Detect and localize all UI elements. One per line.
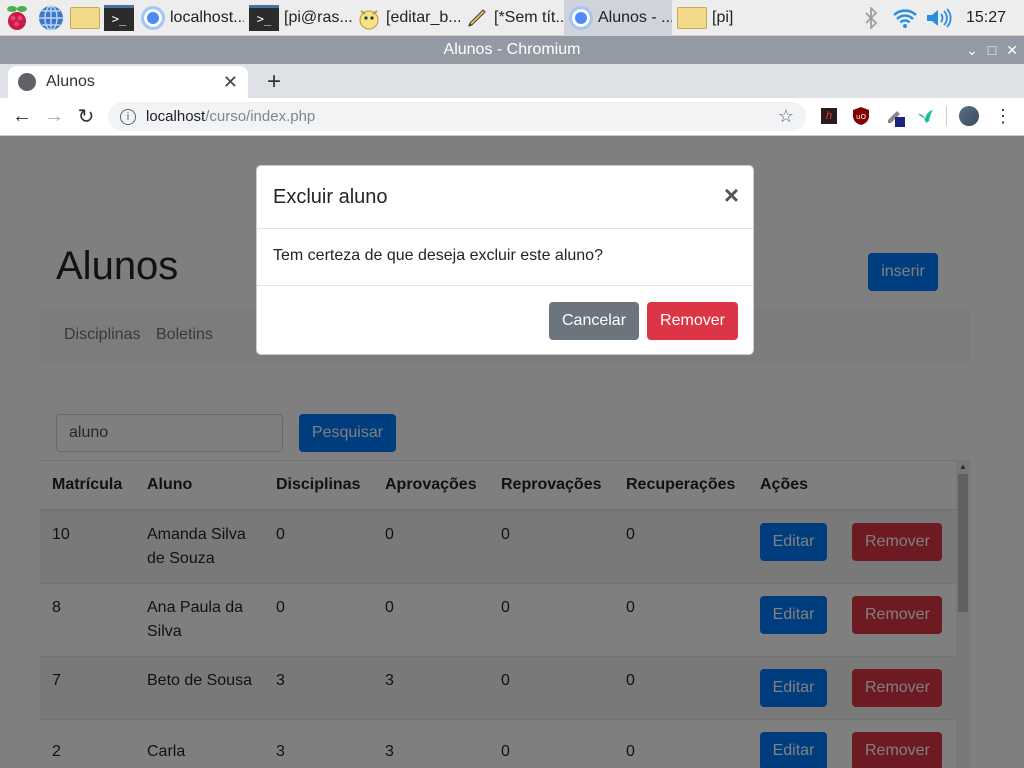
task-label: Alunos - ...: [598, 8, 672, 26]
task-label: [*Sem tít...: [494, 8, 564, 26]
menu-dots-icon[interactable]: ⋮: [992, 105, 1014, 127]
task-label: localhost...: [170, 8, 244, 26]
browser-toolbar: ← → ↻ i localhost/curso/index.php ☆ h uO…: [0, 98, 1024, 136]
bluetooth-icon[interactable]: [854, 0, 888, 36]
eyedropper-extension-icon[interactable]: [884, 105, 906, 127]
globe-icon: [18, 73, 36, 91]
profile-avatar[interactable]: [958, 105, 980, 127]
modal-header: Excluir aluno ×: [257, 166, 753, 229]
forward-button[interactable]: →: [38, 101, 70, 133]
close-tab-icon[interactable]: ✕: [223, 72, 238, 93]
task-label: [editar_b...: [386, 8, 460, 26]
system-tray: 15:27: [854, 0, 1024, 36]
volume-icon[interactable]: [922, 0, 956, 36]
browser-tab[interactable]: Alunos ✕: [8, 66, 248, 98]
raspberry-menu-icon[interactable]: [0, 0, 34, 36]
taskbar: >_ localhost... >_ [pi@ras... [editar_b.…: [0, 0, 1024, 36]
wifi-icon[interactable]: [888, 0, 922, 36]
folder-icon: [677, 6, 707, 29]
svg-text:uO: uO: [856, 113, 866, 121]
info-icon[interactable]: i: [120, 108, 136, 125]
modal-message: Tem certeza de que deseja excluir este a…: [257, 229, 753, 286]
maximize-icon[interactable]: □: [988, 36, 996, 64]
task-alunos[interactable]: Alunos - ...: [564, 0, 672, 36]
task-terminal[interactable]: >_ [pi@ras...: [244, 0, 352, 36]
web-browser-icon[interactable]: [34, 0, 68, 36]
back-button[interactable]: ←: [6, 101, 38, 133]
extension-h-icon[interactable]: h: [818, 105, 840, 127]
confirm-remove-button[interactable]: Remover: [647, 302, 738, 340]
delete-confirm-dialog: Excluir aluno × Tem certeza de que desej…: [256, 165, 754, 355]
modal-title: Excluir aluno: [273, 186, 388, 208]
url-path: /curso/index.php: [205, 108, 316, 125]
terminal-icon: >_: [249, 4, 279, 31]
ublock-icon[interactable]: uO: [850, 105, 872, 127]
new-tab-button[interactable]: +: [260, 68, 288, 96]
bookmark-star-icon[interactable]: ☆: [778, 106, 794, 127]
reload-button[interactable]: ↻: [70, 101, 102, 133]
task-editor[interactable]: [editar_b...: [352, 0, 460, 36]
clock[interactable]: 15:27: [956, 9, 1024, 27]
task-label: [pi@ras...: [284, 8, 352, 26]
close-window-icon[interactable]: ✕: [1006, 36, 1018, 64]
address-bar[interactable]: i localhost/curso/index.php ☆: [108, 102, 806, 131]
task-folder[interactable]: [pi]: [672, 0, 780, 36]
task-label: [pi]: [712, 8, 734, 26]
window-title: Alunos - Chromium: [443, 41, 581, 58]
pencil-icon: [464, 5, 490, 31]
modal-footer: Cancelar Remover: [257, 286, 753, 354]
url-host: localhost: [146, 108, 206, 125]
window-titlebar: Alunos - Chromium ⌄ □ ✕: [0, 36, 1024, 64]
task-text-editor[interactable]: [*Sem tít...: [460, 0, 564, 36]
tab-strip: Alunos ✕ +: [0, 64, 1024, 98]
editor-icon: [356, 5, 382, 31]
chromium-icon: [141, 5, 165, 30]
task-localhost[interactable]: localhost...: [136, 0, 244, 36]
terminal-launcher-icon[interactable]: >_: [102, 0, 136, 36]
tab-title: Alunos: [46, 73, 95, 90]
cancel-button[interactable]: Cancelar: [549, 302, 639, 340]
bird-extension-icon[interactable]: [914, 105, 936, 127]
minimize-icon[interactable]: ⌄: [966, 36, 978, 64]
chromium-icon: [569, 5, 593, 30]
close-icon[interactable]: ×: [724, 180, 739, 211]
file-manager-icon[interactable]: [68, 0, 102, 36]
